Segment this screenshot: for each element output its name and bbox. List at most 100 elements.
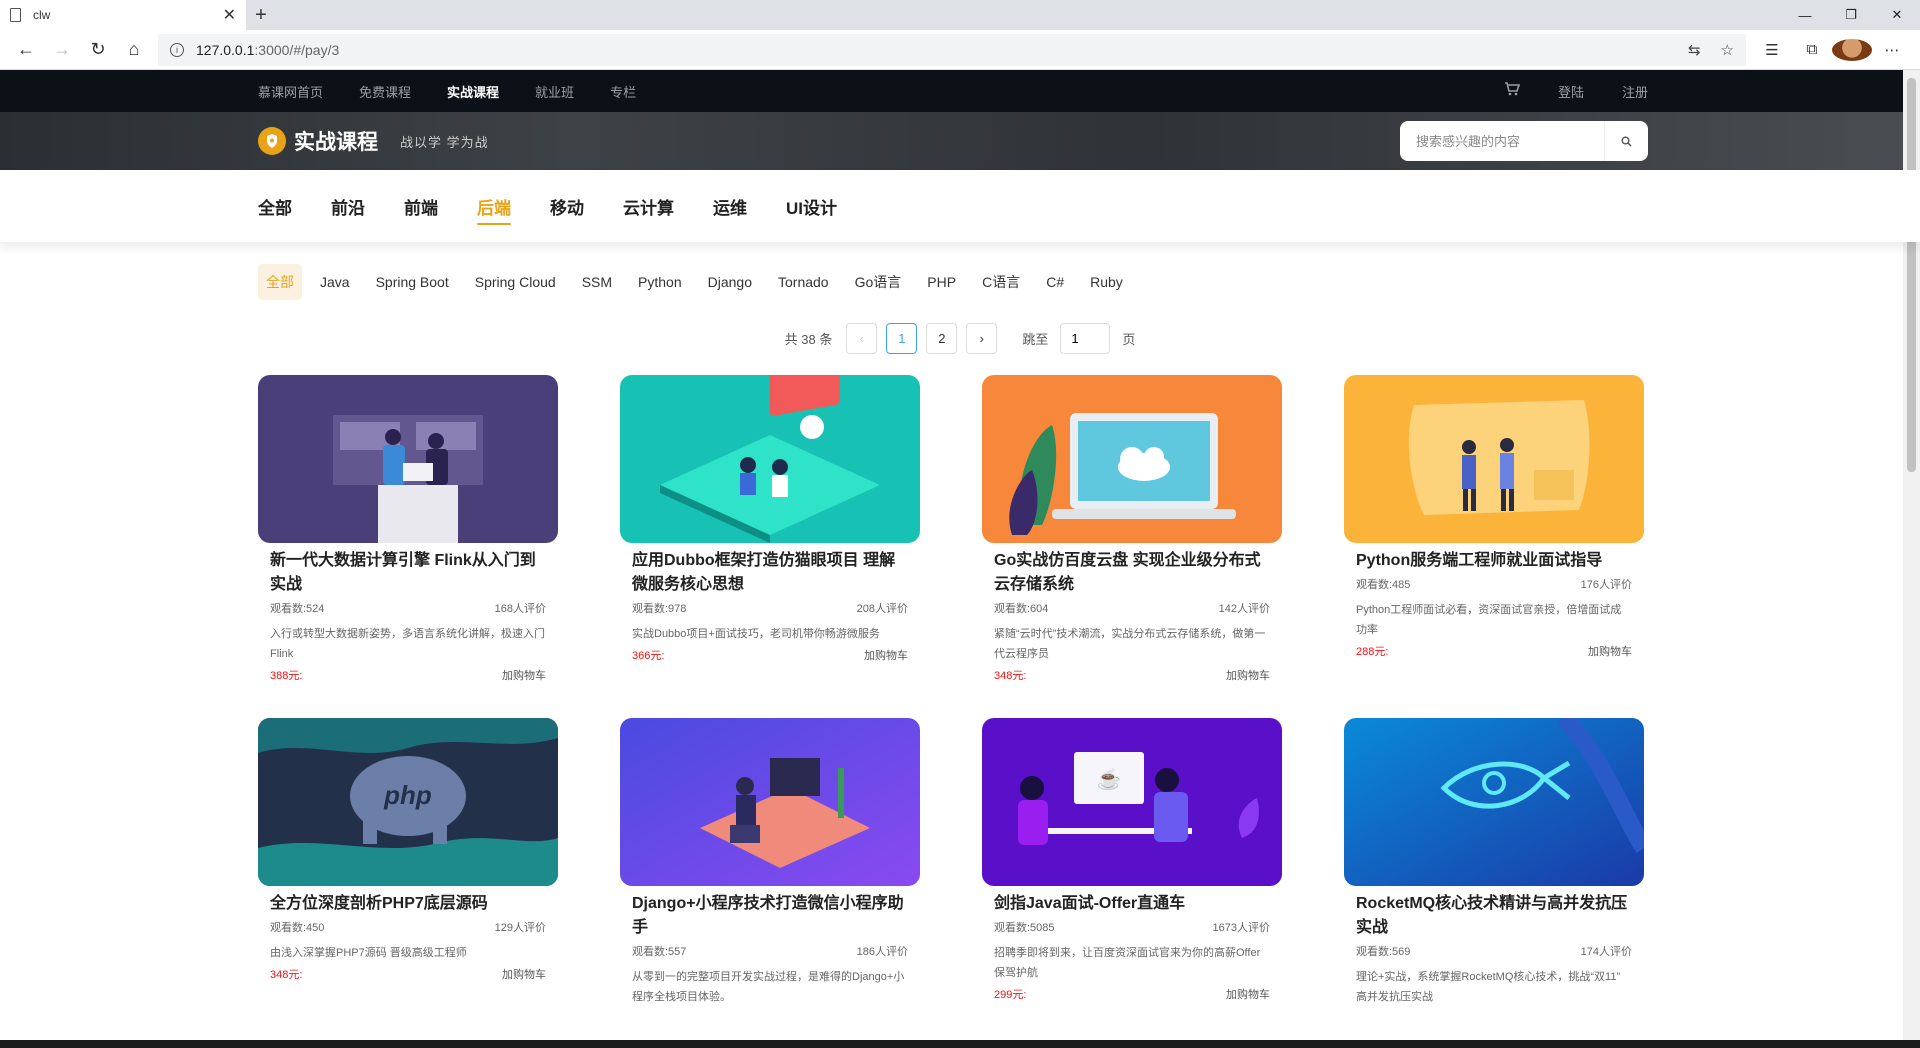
subtag-csharp[interactable]: C# <box>1038 264 1072 300</box>
browser-tabbar: clw ✕ + — ❐ ✕ <box>0 0 1920 30</box>
window-controls: — ❐ ✕ <box>1782 0 1920 30</box>
nav-home[interactable]: 慕课网首页 <box>258 82 323 101</box>
favorites-icon[interactable]: ☰ <box>1752 41 1792 59</box>
subtag-django[interactable]: Django <box>700 264 760 300</box>
add-to-cart-button[interactable]: 加购物车 <box>502 965 546 985</box>
collections-icon[interactable]: ⧉ <box>1792 41 1832 58</box>
add-to-cart-button[interactable]: 加购物车 <box>1588 642 1632 662</box>
refresh-icon[interactable]: ↻ <box>80 32 116 68</box>
course-thumbnail[interactable] <box>258 375 558 543</box>
subtag-java[interactable]: Java <box>312 264 358 300</box>
subtag-ssm[interactable]: SSM <box>574 264 620 300</box>
nav-column[interactable]: 专栏 <box>610 82 636 101</box>
category-ui-design[interactable]: UI设计 <box>786 194 837 219</box>
course-card[interactable]: RocketMQ核心技术精讲与高并发抗压实战 观看数:569 174人评价 理论… <box>1344 718 1644 1048</box>
nav-free-courses[interactable]: 免费课程 <box>359 82 411 101</box>
new-tab-button[interactable]: + <box>246 0 276 30</box>
course-card[interactable]: 应用Dubbo框架打造仿猫眼项目 理解微服务核心思想 观看数:978 208人评… <box>620 375 920 718</box>
add-to-cart-button[interactable]: 加购物车 <box>1226 985 1270 1005</box>
course-thumbnail[interactable] <box>1344 375 1644 543</box>
course-reviews: 174人评价 <box>1580 946 1632 958</box>
course-thumbnail[interactable] <box>1344 718 1644 886</box>
login-link[interactable]: 登陆 <box>1558 82 1584 101</box>
category-backend[interactable]: 后端 <box>477 194 511 225</box>
course-title[interactable]: Python服务端工程师就业面试指导 <box>1356 549 1632 573</box>
register-link[interactable]: 注册 <box>1622 82 1648 101</box>
subtag-spring-boot[interactable]: Spring Boot <box>368 264 457 300</box>
course-price: 388元: <box>270 670 303 682</box>
course-thumbnail[interactable]: php <box>258 718 558 886</box>
more-menu-icon[interactable]: ⋯ <box>1872 41 1912 59</box>
page-button-2[interactable]: 2 <box>926 322 958 354</box>
course-thumbnail[interactable] <box>620 718 920 886</box>
category-mobile[interactable]: 移动 <box>550 194 584 219</box>
course-price: 348元: <box>994 670 1027 682</box>
course-card[interactable]: php 全方位深度剖析PHP7底层源码 观看数:450 129人评价 由浅入深掌… <box>258 718 558 1048</box>
browser-tab[interactable]: clw ✕ <box>0 0 246 30</box>
add-to-cart-button[interactable]: 加购物车 <box>864 646 908 666</box>
category-frontend[interactable]: 前端 <box>404 194 438 219</box>
course-views: 观看数:978 <box>632 603 687 615</box>
subtag-tornado[interactable]: Tornado <box>770 264 837 300</box>
favorite-star-icon[interactable]: ☆ <box>1721 41 1734 59</box>
course-thumbnail[interactable] <box>982 375 1282 543</box>
scrollbar-thumb[interactable] <box>1907 78 1916 472</box>
course-title[interactable]: Django+小程序技术打造微信小程序助手 <box>632 892 908 940</box>
forward-icon[interactable]: → <box>44 32 80 68</box>
add-to-cart-button[interactable]: 加购物车 <box>1226 666 1270 686</box>
course-title[interactable]: 新一代大数据计算引擎 Flink从入门到实战 <box>270 549 546 597</box>
cart-icon[interactable] <box>1504 82 1521 100</box>
page-button-1[interactable]: 1 <box>886 322 918 354</box>
jump-input[interactable] <box>1060 322 1111 354</box>
course-card[interactable]: ☕ 剑指Java面试-Offer直通车 观看数:5085 1673人评价 招聘季… <box>982 718 1282 1048</box>
subtag-go[interactable]: Go语言 <box>847 264 910 300</box>
category-cloud[interactable]: 云计算 <box>623 194 674 219</box>
profile-avatar[interactable] <box>1832 38 1872 61</box>
jump-label: 跳至 <box>1022 331 1049 347</box>
site-info-icon[interactable]: i <box>170 42 184 57</box>
course-card[interactable]: Django+小程序技术打造微信小程序助手 观看数:557 186人评价 从零到… <box>620 718 920 1048</box>
home-icon[interactable]: ⌂ <box>116 32 152 68</box>
course-title[interactable]: 剑指Java面试-Offer直通车 <box>994 892 1270 916</box>
course-views: 观看数:569 <box>1356 946 1411 958</box>
add-to-cart-button[interactable]: 加购物车 <box>502 666 546 686</box>
nav-employment[interactable]: 就业班 <box>535 82 574 101</box>
address-bar[interactable]: i 127.0.0.1:3000/#/pay/3 ⇆ ☆ <box>158 33 1746 66</box>
subtag-ruby[interactable]: Ruby <box>1082 264 1131 300</box>
course-card[interactable]: Python服务端工程师就业面试指导 观看数:485 176人评价 Python… <box>1344 375 1644 718</box>
subtag-python[interactable]: Python <box>630 264 690 300</box>
search-icon[interactable] <box>1604 121 1648 161</box>
subtag-c[interactable]: C语言 <box>974 264 1028 300</box>
course-title[interactable]: Go实战仿百度云盘 实现企业级分布式云存储系统 <box>994 549 1270 597</box>
category-ops[interactable]: 运维 <box>713 194 747 219</box>
minimize-icon[interactable]: — <box>1782 0 1828 30</box>
restore-icon[interactable]: ❐ <box>1828 0 1874 30</box>
prev-page-icon[interactable]: ‹ <box>846 322 878 354</box>
course-title[interactable]: 应用Dubbo框架打造仿猫眼项目 理解微服务核心思想 <box>632 549 908 597</box>
course-card[interactable]: Go实战仿百度云盘 实现企业级分布式云存储系统 观看数:604 142人评价 紧… <box>982 375 1282 718</box>
page-suffix: 页 <box>1122 331 1136 347</box>
close-tab-icon[interactable]: ✕ <box>223 5 236 25</box>
search-input[interactable] <box>1416 133 1604 149</box>
category-all[interactable]: 全部 <box>258 194 292 219</box>
course-card[interactable]: 新一代大数据计算引擎 Flink从入门到实战 观看数:524 168人评价 入行… <box>258 375 558 718</box>
subtag-all[interactable]: 全部 <box>258 264 302 300</box>
course-description: 招聘季即将到来，让百度资深面试官来为你的高薪Offer保驾护航 <box>994 947 1261 979</box>
course-title[interactable]: 全方位深度剖析PHP7底层源码 <box>270 892 546 916</box>
url-path: :3000/#/pay/3 <box>254 41 340 58</box>
nav-practical-courses[interactable]: 实战课程 <box>447 82 499 101</box>
next-page-icon[interactable]: › <box>966 322 998 354</box>
read-aloud-icon[interactable]: ⇆ <box>1688 41 1701 59</box>
back-icon[interactable]: ← <box>8 32 44 68</box>
course-price: 348元: <box>270 969 303 981</box>
subtag-php[interactable]: PHP <box>919 264 964 300</box>
document-icon <box>10 8 21 22</box>
course-views: 观看数:450 <box>270 922 325 934</box>
course-title[interactable]: RocketMQ核心技术精讲与高并发抗压实战 <box>1356 892 1632 940</box>
course-thumbnail[interactable]: ☕ <box>982 718 1282 886</box>
close-window-icon[interactable]: ✕ <box>1874 0 1920 30</box>
course-thumbnail[interactable] <box>620 375 920 543</box>
subtag-spring-cloud[interactable]: Spring Cloud <box>467 264 564 300</box>
course-reviews: 208人评价 <box>856 603 908 615</box>
category-frontier[interactable]: 前沿 <box>331 194 365 219</box>
